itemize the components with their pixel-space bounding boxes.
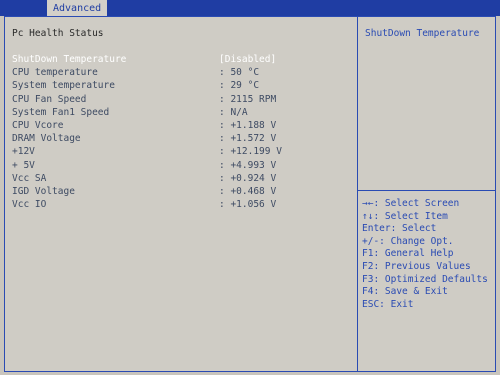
key-legend: →←: Select Screen ↑↓: Select Item Enter:…	[362, 198, 494, 311]
reading-vcc-io: Vcc IO : +1.056 V	[12, 198, 352, 211]
reading-label: Vcc IO	[12, 199, 47, 211]
reading-system-fan1-speed: System Fan1 Speed : N/A	[12, 106, 352, 119]
reading-label: +12V	[12, 146, 35, 158]
reading-vcc-sa: Vcc SA : +0.924 V	[12, 172, 352, 185]
reading-label: IGD Voltage	[12, 186, 75, 198]
reading-cpu-fan-speed: CPU Fan Speed : 2115 RPM	[12, 93, 352, 106]
reading-label: CPU Vcore	[12, 120, 64, 132]
key-save-exit: F4: Save & Exit	[362, 286, 448, 298]
reading-value: : +4.993 V	[219, 159, 277, 171]
reading-5v: + 5V : +4.993 V	[12, 159, 352, 172]
reading-12v: +12V : +12.199 V	[12, 145, 352, 158]
setting-shutdown-temperature[interactable]: ShutDown Temperature [Disabled]	[12, 53, 352, 66]
reading-cpu-temperature: CPU temperature : 50 °C	[12, 66, 352, 79]
reading-value: : +1.572 V	[219, 133, 277, 145]
reading-value: : +0.924 V	[219, 172, 277, 184]
reading-label: Vcc SA	[12, 172, 47, 184]
reading-igd-voltage: IGD Voltage : +0.468 V	[12, 185, 352, 198]
reading-value: : 29 °C	[219, 80, 260, 92]
settings-panel: Pc Health Status ShutDown Temperature [D…	[12, 28, 352, 211]
reading-value: : 50 °C	[219, 67, 260, 79]
panel-divider-vertical	[357, 16, 358, 372]
tab-advanced[interactable]: Advanced	[47, 0, 108, 17]
key-optimized-defaults: F3: Optimized Defaults	[362, 273, 488, 285]
item-help-text: ShutDown Temperature	[365, 28, 480, 39]
reading-label: System temperature	[12, 80, 115, 92]
reading-label: CPU Fan Speed	[12, 93, 87, 105]
key-general-help: F1: General Help	[362, 248, 454, 260]
key-change-option: +/-: Change Opt.	[362, 235, 454, 247]
reading-value: : +1.188 V	[219, 120, 277, 132]
setting-value[interactable]: [Disabled]	[219, 53, 339, 66]
page-title: Pc Health Status	[12, 28, 104, 39]
key-select-item: ↑↓: Select Item	[362, 210, 448, 222]
reading-value: : +0.468 V	[219, 186, 277, 198]
key-select-screen: →←: Select Screen	[362, 198, 460, 209]
setting-label: ShutDown Temperature	[12, 54, 127, 65]
reading-value: : +12.199 V	[219, 146, 282, 158]
reading-label: DRAM Voltage	[12, 133, 81, 145]
reading-cpu-vcore: CPU Vcore : +1.188 V	[12, 119, 352, 132]
key-previous-values: F2: Previous Values	[362, 260, 471, 272]
reading-label: + 5V	[12, 159, 35, 171]
reading-label: System Fan1 Speed	[12, 106, 110, 118]
key-enter-select: Enter: Select	[362, 223, 437, 235]
reading-dram-voltage: DRAM Voltage : +1.572 V	[12, 132, 352, 145]
reading-value: : 2115 RPM	[219, 93, 277, 105]
reading-value: : +1.056 V	[219, 199, 277, 211]
reading-label: CPU temperature	[12, 67, 98, 79]
reading-system-temperature: System temperature : 29 °C	[12, 79, 352, 92]
help-divider-horizontal	[358, 190, 496, 191]
key-esc-exit: ESC: Exit	[362, 298, 414, 310]
reading-value: : N/A	[219, 106, 248, 118]
